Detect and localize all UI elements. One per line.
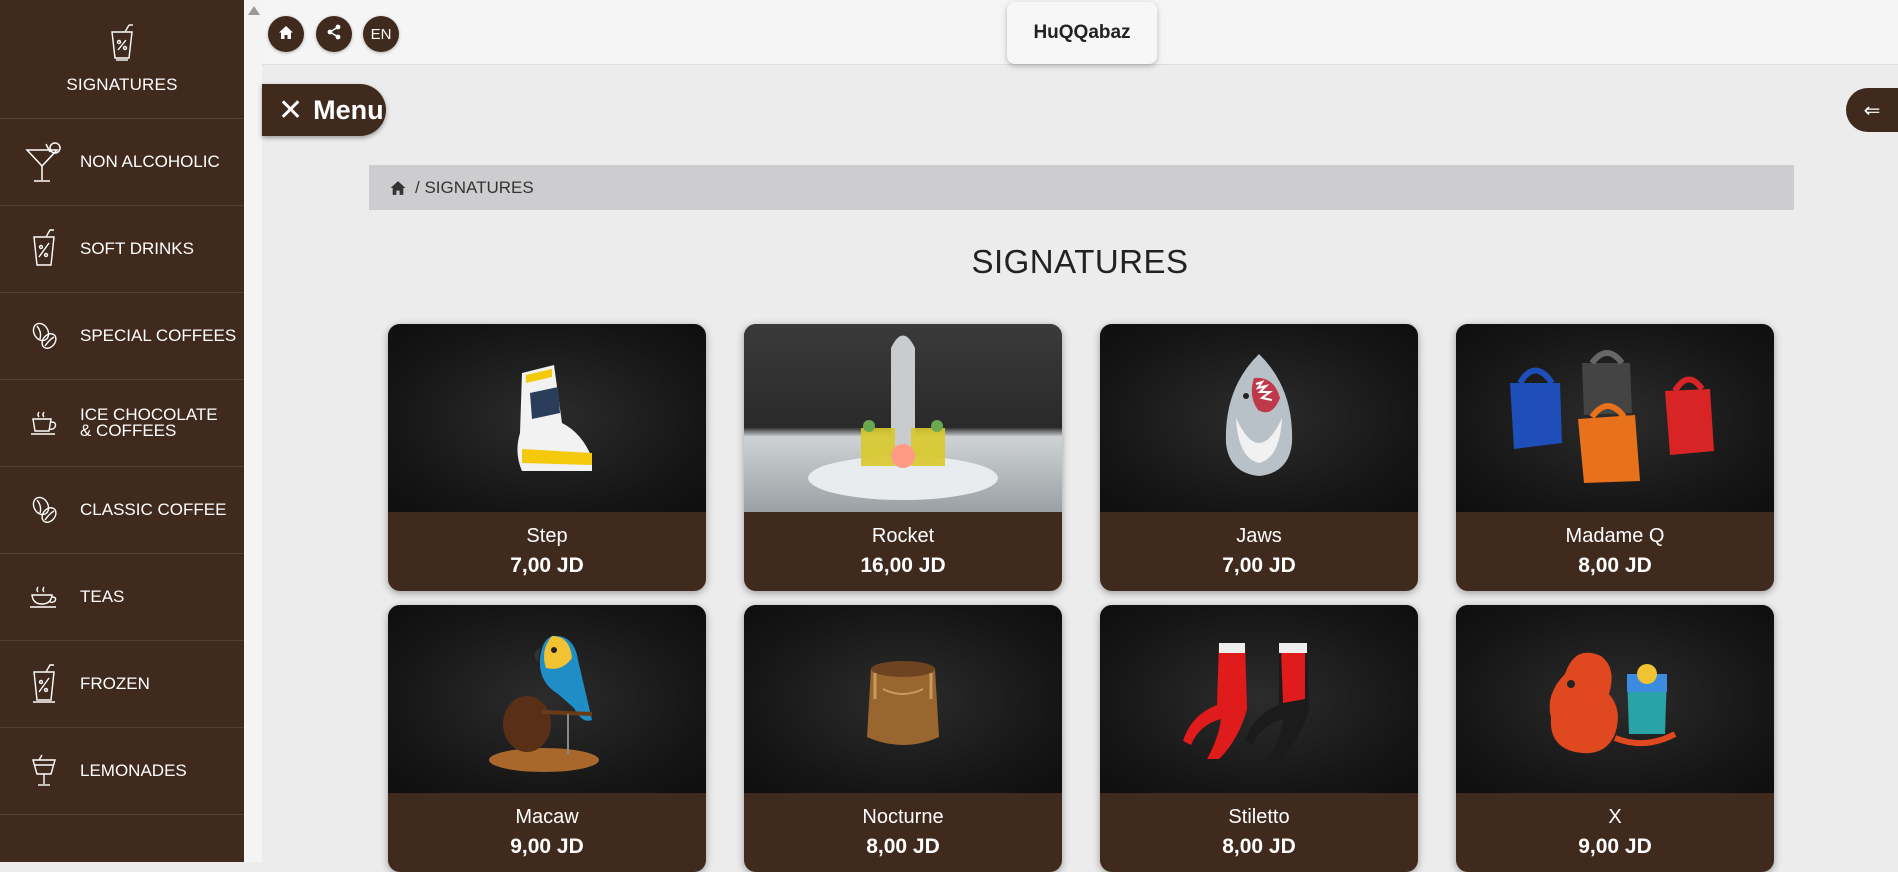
tea-cup-icon: [22, 575, 66, 619]
product-card[interactable]: Step 7,00 JD: [388, 324, 706, 591]
share-button[interactable]: [316, 16, 352, 52]
coffee-beans-icon: [22, 488, 66, 532]
sidebar-scrollbar[interactable]: [244, 0, 262, 862]
lemonade-glass-icon: [22, 749, 66, 793]
product-image: [388, 605, 706, 793]
product-price: 16,00 JD: [860, 554, 946, 577]
sidebar-item-label: NON ALCOHOLIC: [80, 152, 220, 171]
breadcrumb: / SIGNATURES: [369, 165, 1794, 210]
product-image: [1456, 324, 1774, 512]
product-card[interactable]: X 9,00 JD: [1456, 605, 1774, 872]
product-price: 9,00 JD: [1578, 835, 1652, 858]
product-name: Rocket: [871, 525, 935, 547]
sidebar-item-label: FROZEN: [80, 674, 150, 693]
side-panel-toggle[interactable]: ⇐: [1846, 88, 1898, 132]
sidebar-item-teas[interactable]: TEAS: [0, 554, 244, 641]
category-sidebar: SIGNATURES NON ALCOHOLIC SOFT DRINKS SPE…: [0, 0, 244, 862]
cocktail-icon: [22, 140, 66, 184]
sidebar-item-special-coffees[interactable]: SPECIAL COFFEES: [0, 293, 244, 380]
arrow-left-icon: ⇐: [1863, 99, 1881, 122]
product-card[interactable]: Madame Q 8,00 JD: [1456, 324, 1774, 591]
product-name: Jaws: [1236, 525, 1282, 547]
sidebar-item-label: CLASSIC COFFEE: [80, 500, 227, 519]
sidebar-item-label: SPECIAL COFFEES: [80, 326, 237, 345]
sidebar-item-frozen[interactable]: FROZEN: [0, 641, 244, 728]
product-card[interactable]: Jaws 7,00 JD: [1100, 324, 1418, 591]
product-image: [1100, 324, 1418, 512]
product-name: Stiletto: [1228, 806, 1290, 828]
product-name: Nocturne: [862, 806, 944, 828]
home-icon: [278, 25, 294, 44]
product-card[interactable]: Nocturne 8,00 JD: [744, 605, 1062, 872]
product-name: Step: [526, 525, 568, 547]
product-price: 7,00 JD: [1222, 554, 1296, 577]
soda-glass-icon: [22, 227, 66, 271]
sidebar-item-lemonades[interactable]: LEMONADES: [0, 728, 244, 815]
product-grid: Step 7,00 JD Rocket 16,00 JD Jaws 7,00 J…: [388, 324, 1776, 872]
sidebar-item-ice-chocolate-coffees[interactable]: ICE CHOCOLATE & COFFEES: [0, 380, 244, 467]
product-name: Madame Q: [1565, 525, 1665, 547]
sidebar-item-label: ICE CHOCOLATE & COFFEES: [80, 405, 218, 440]
product-image: [1100, 605, 1418, 793]
share-icon: [326, 24, 342, 44]
home-button[interactable]: [268, 16, 304, 52]
close-icon: ✕: [278, 93, 304, 127]
product-price: 7,00 JD: [510, 554, 584, 577]
product-price: 8,00 JD: [1222, 835, 1296, 858]
breadcrumb-home-icon[interactable]: [389, 180, 407, 196]
sidebar-item-label: SOFT DRINKS: [80, 239, 194, 258]
coffee-beans-icon: [22, 314, 66, 358]
menu-toggle-button[interactable]: ✕ Menu: [262, 84, 386, 136]
brand-logo[interactable]: HuQQabaz: [1007, 2, 1157, 64]
scroll-up-arrow-icon[interactable]: [248, 6, 260, 15]
product-price: 9,00 JD: [510, 835, 584, 858]
language-button[interactable]: EN: [363, 16, 399, 52]
product-card[interactable]: Macaw 9,00 JD: [388, 605, 706, 872]
page-title: SIGNATURES: [971, 243, 1189, 280]
product-image: [744, 324, 1062, 512]
menu-label: Menu: [313, 94, 384, 125]
product-price: 8,00 JD: [866, 835, 940, 858]
sidebar-item-signatures[interactable]: SIGNATURES: [0, 0, 244, 119]
product-image: [744, 605, 1062, 793]
drink-glass-icon: [107, 23, 137, 67]
product-card[interactable]: Rocket 16,00 JD: [744, 324, 1062, 591]
breadcrumb-path: / SIGNATURES: [415, 177, 534, 197]
sidebar-item-non-alcoholic[interactable]: NON ALCOHOLIC: [0, 119, 244, 206]
sidebar-item-label: TEAS: [80, 587, 125, 606]
product-image: [1456, 605, 1774, 793]
sidebar-item-soft-drinks[interactable]: SOFT DRINKS: [0, 206, 244, 293]
product-card[interactable]: Stiletto 8,00 JD: [1100, 605, 1418, 872]
sidebar-item-classic-coffee[interactable]: CLASSIC COFFEE: [0, 467, 244, 554]
sidebar-item-label: SIGNATURES: [66, 74, 178, 94]
product-name: X: [1608, 806, 1622, 828]
coffee-cup-icon: [22, 401, 66, 445]
product-name: Macaw: [515, 806, 579, 828]
product-image: [388, 324, 706, 512]
product-price: 8,00 JD: [1578, 554, 1652, 577]
sidebar-item-label: LEMONADES: [80, 761, 187, 780]
frozen-drink-icon: [22, 662, 66, 706]
